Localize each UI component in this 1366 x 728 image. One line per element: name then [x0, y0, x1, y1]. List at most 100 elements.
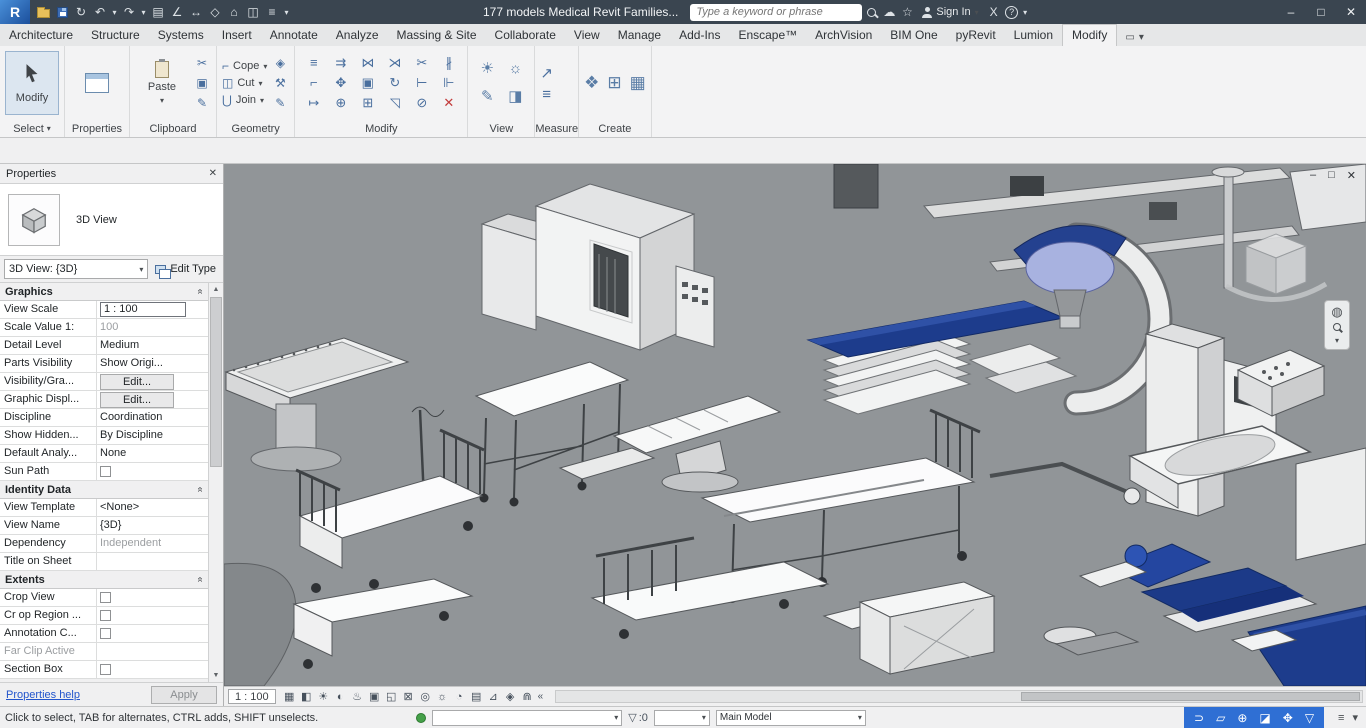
- crop-view-checkbox[interactable]: [100, 592, 111, 603]
- property-row[interactable]: Default Analy... None: [0, 445, 208, 463]
- array-icon[interactable]: ⊞: [354, 93, 381, 113]
- redo-icon[interactable]: ↷: [120, 0, 138, 24]
- steering-wheel-icon[interactable]: ◍: [1331, 305, 1342, 318]
- help-icon[interactable]: ?: [1003, 0, 1021, 24]
- section-icon[interactable]: ◫: [244, 0, 262, 24]
- split-gap-icon[interactable]: ∦: [435, 53, 462, 73]
- panel-label-clipboard[interactable]: Clipboard: [130, 120, 216, 137]
- redo-chevron-icon[interactable]: ▾: [139, 0, 148, 24]
- unpin-icon[interactable]: ⊘: [408, 93, 435, 113]
- measure-between-icon[interactable]: ↗: [540, 64, 553, 82]
- lock-view-icon[interactable]: ⊠: [400, 690, 417, 703]
- tab-structure[interactable]: Structure: [82, 25, 149, 46]
- reveal-constraints-icon[interactable]: ⋒: [519, 690, 536, 703]
- temporary-view-properties-icon[interactable]: ▤: [468, 690, 485, 703]
- property-row[interactable]: View Template <None>: [0, 499, 208, 517]
- save-icon[interactable]: [53, 0, 71, 24]
- property-value[interactable]: Show Origi...: [97, 355, 208, 372]
- cut-icon[interactable]: ✂: [193, 54, 211, 72]
- property-value[interactable]: Coordination: [97, 409, 208, 426]
- view-close-button[interactable]: ✕: [1347, 169, 1356, 182]
- move-icon[interactable]: ✥: [327, 73, 354, 93]
- view-scale-input[interactable]: 1 : 100: [100, 302, 186, 317]
- property-row[interactable]: Far Clip Active: [0, 643, 208, 661]
- property-value[interactable]: Medium: [97, 337, 208, 354]
- horizontal-scrollbar[interactable]: [554, 690, 1363, 703]
- pin-icon[interactable]: ⊕: [327, 93, 354, 113]
- selection-filter-button[interactable]: ▽ :0: [628, 711, 648, 725]
- scrollbar-thumb[interactable]: [210, 297, 222, 467]
- panel-label-select[interactable]: Select ▾: [0, 120, 64, 137]
- revit-logo[interactable]: R: [0, 0, 30, 24]
- copy-icon[interactable]: ▣: [354, 73, 381, 93]
- undo-icon[interactable]: ↶: [91, 0, 109, 24]
- detail-level-icon[interactable]: ▦: [281, 690, 298, 703]
- property-row[interactable]: Detail Level Medium: [0, 337, 208, 355]
- design-options-mini-combo[interactable]: ▾: [653, 709, 710, 726]
- scrollbar-thumb[interactable]: [1021, 692, 1360, 701]
- favorites-icon[interactable]: ☆: [898, 0, 916, 24]
- tab-enscape[interactable]: Enscape™: [729, 25, 806, 46]
- copy-to-clipboard-icon[interactable]: ▣: [193, 74, 211, 92]
- measure-icon[interactable]: ∠: [168, 0, 186, 24]
- panel-label-create[interactable]: Create: [579, 120, 651, 137]
- section-header-graphics[interactable]: Graphics «: [0, 283, 208, 301]
- panel-label-properties[interactable]: Properties: [65, 120, 129, 137]
- navbar-chevron-icon[interactable]: ▾: [1335, 336, 1339, 345]
- rotate-icon[interactable]: ↻: [381, 73, 408, 93]
- property-row[interactable]: Sun Path: [0, 463, 208, 481]
- property-row[interactable]: Dependency Independent: [0, 535, 208, 553]
- equipment-box[interactable]: [833, 164, 879, 209]
- property-row[interactable]: Show Hidden... By Discipline: [0, 427, 208, 445]
- hide-elements-icon[interactable]: ☀: [473, 55, 501, 83]
- property-row[interactable]: View Scale 1 : 100: [0, 301, 208, 319]
- communication-center-icon[interactable]: ☁: [880, 0, 898, 24]
- open-icon[interactable]: [34, 0, 52, 24]
- annotation-crop-checkbox[interactable]: [100, 628, 111, 639]
- status-chevron-icon[interactable]: ▾: [1352, 711, 1358, 724]
- ribbon-display-toggle[interactable]: ▭ ▾: [1117, 32, 1151, 46]
- tab-modify[interactable]: Modify: [1062, 24, 1118, 46]
- qat-customize-icon[interactable]: ▾: [282, 0, 291, 24]
- property-value[interactable]: <None>: [97, 499, 208, 516]
- tab-view[interactable]: View: [565, 25, 609, 46]
- view-restore-button[interactable]: □: [1328, 169, 1335, 182]
- paint-icon[interactable]: ◈: [271, 54, 289, 72]
- properties-help-link[interactable]: Properties help: [6, 689, 80, 701]
- select-links-icon[interactable]: ⊃: [1194, 711, 1204, 725]
- graphics-edit-button[interactable]: Edit...: [100, 391, 174, 408]
- tab-architecture[interactable]: Architecture: [0, 25, 82, 46]
- sync-icon[interactable]: ↻: [72, 0, 90, 24]
- cut-geometry-button[interactable]: ◫ Cut ▾: [222, 76, 267, 90]
- tab-manage[interactable]: Manage: [609, 25, 670, 46]
- worksharing-display-icon[interactable]: ◔: [451, 691, 468, 703]
- selection-filter-icon[interactable]: ▽: [1305, 711, 1314, 725]
- properties-close-icon[interactable]: ✕: [209, 168, 217, 179]
- tab-archvision[interactable]: ArchVision: [806, 25, 881, 46]
- property-row[interactable]: View Name {3D}: [0, 517, 208, 535]
- property-row[interactable]: Cr op Region ...: [0, 607, 208, 625]
- linework-icon[interactable]: ✎: [473, 83, 501, 111]
- minimize-button[interactable]: –: [1276, 0, 1306, 24]
- panel-label-geometry[interactable]: Geometry: [217, 120, 294, 137]
- tab-pyrevit[interactable]: pyRevit: [947, 25, 1005, 46]
- demolish-icon[interactable]: ⚒: [271, 74, 289, 92]
- supply-cart[interactable]: [1295, 447, 1366, 561]
- tab-insert[interactable]: Insert: [213, 25, 261, 46]
- drawing-area[interactable]: – □ ✕ ◍ ▾: [224, 164, 1366, 686]
- section-header-extents[interactable]: Extents «: [0, 571, 208, 589]
- property-row[interactable]: Scale Value 1: 100: [0, 319, 208, 337]
- rendering-dialog-icon[interactable]: ♨: [349, 690, 366, 703]
- maximize-button[interactable]: □: [1306, 0, 1336, 24]
- tab-add-ins[interactable]: Add-Ins: [670, 25, 729, 46]
- search-input[interactable]: [690, 3, 863, 21]
- properties-scrollbar[interactable]: ▲ ▼: [208, 283, 223, 682]
- corner-trim-icon[interactable]: ⌐: [300, 73, 327, 93]
- 3d-scene[interactable]: [224, 164, 1366, 686]
- tab-massing-site[interactable]: Massing & Site: [388, 25, 486, 46]
- create-parts-icon[interactable]: ▦: [630, 73, 646, 93]
- property-value[interactable]: {3D}: [97, 517, 208, 534]
- help-chevron-icon[interactable]: ▾: [1021, 0, 1030, 24]
- property-row[interactable]: Graphic Displ... Edit...: [0, 391, 208, 409]
- background-processes-icon[interactable]: ≡: [1338, 712, 1344, 724]
